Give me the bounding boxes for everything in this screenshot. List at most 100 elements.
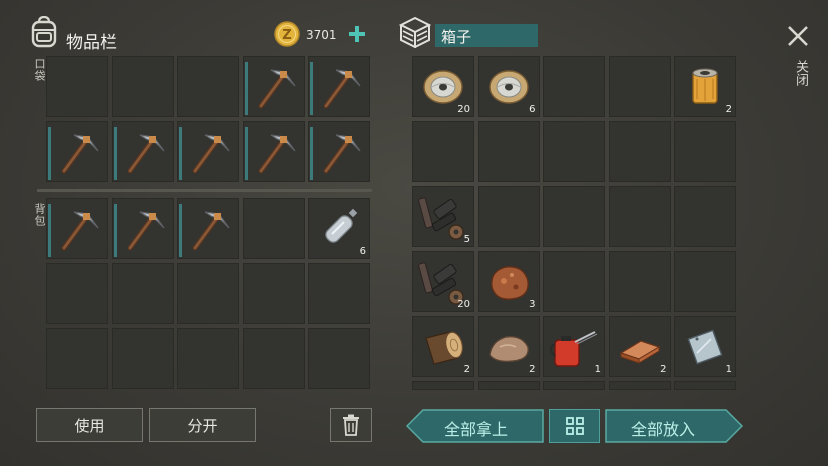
box-slot[interactable] (674, 121, 736, 182)
backpack-slot[interactable] (177, 328, 239, 389)
box-slot[interactable]: 1 (543, 316, 605, 377)
pickaxe-icon (112, 121, 174, 182)
box-slot[interactable]: 1 (674, 316, 736, 377)
take-all-label: 全部拿上 (444, 420, 509, 439)
close-icon (788, 26, 808, 46)
item-count: 2 (725, 104, 732, 115)
use-button[interactable]: 使用 (36, 408, 143, 442)
pickaxe-icon (308, 121, 370, 182)
section-divider (37, 189, 372, 192)
box-slot[interactable] (608, 56, 671, 117)
box-slot[interactable]: 2 (412, 316, 474, 377)
box-slot[interactable] (477, 186, 540, 247)
box-slot[interactable] (608, 381, 671, 390)
box-icon (398, 16, 432, 48)
pocket-label: 口袋 (33, 58, 46, 82)
box-slot[interactable]: 3 (477, 251, 540, 312)
delete-button[interactable] (330, 408, 372, 442)
pocket-slot[interactable] (111, 121, 174, 182)
box-slot[interactable]: 5 (412, 186, 474, 247)
item-count: 2 (529, 364, 536, 375)
box-slot[interactable] (543, 251, 605, 312)
sort-button[interactable] (549, 409, 600, 443)
pickaxe-icon (177, 198, 239, 259)
pocket-slot[interactable] (46, 121, 108, 182)
backpack-slot[interactable] (308, 328, 370, 389)
close-label: 关闭 (793, 60, 808, 86)
box-slot[interactable] (477, 121, 540, 182)
pickaxe-icon (112, 198, 174, 259)
box-slot[interactable] (412, 121, 474, 182)
box-slot[interactable] (674, 186, 736, 247)
backpack-slot[interactable] (46, 263, 108, 324)
box-slot[interactable]: 20 (412, 56, 474, 117)
backpack-label: 背包 (33, 203, 46, 227)
pocket-slot[interactable] (177, 56, 239, 117)
box-slot[interactable] (608, 251, 671, 312)
item-count: 1 (725, 364, 732, 375)
backpack-slot[interactable] (242, 263, 305, 324)
pickaxe-icon (243, 121, 305, 182)
box-slot[interactable]: 6 (477, 56, 540, 117)
inventory-title: 物品栏 (66, 33, 117, 53)
box-slot[interactable]: 20 (412, 251, 474, 312)
put-all-button[interactable]: 全部放入 (605, 409, 743, 443)
box-slot[interactable] (412, 381, 474, 390)
pickaxe-icon (308, 56, 370, 117)
box-slot[interactable]: 2 (674, 56, 736, 117)
close-button[interactable]: 关闭 (784, 22, 812, 102)
box-title-field: 箱子 (435, 24, 538, 47)
box-slot[interactable]: 2 (477, 316, 540, 377)
pickaxe-icon (243, 56, 305, 117)
pocket-slot[interactable] (111, 56, 174, 117)
item-count: 3 (529, 299, 536, 310)
pickaxe-icon (46, 121, 108, 182)
item-count: 20 (457, 104, 470, 115)
box-slot[interactable] (608, 186, 671, 247)
coin-icon: Z (274, 21, 300, 47)
backpack-slot[interactable]: 6 (308, 198, 370, 259)
grid-icon (565, 417, 584, 435)
item-count: 6 (529, 104, 536, 115)
svg-text:Z: Z (282, 28, 291, 43)
box-title: 箱子 (441, 28, 472, 46)
currency-amount: 3701 (306, 28, 337, 42)
backpack-slot[interactable] (308, 263, 370, 324)
item-count: 2 (660, 364, 667, 375)
take-all-button[interactable]: 全部拿上 (406, 409, 544, 443)
pocket-slot[interactable] (242, 56, 305, 117)
box-slot[interactable] (477, 381, 540, 390)
box-slot[interactable] (543, 381, 605, 390)
box-slot[interactable] (674, 381, 736, 390)
plus-icon (349, 26, 365, 42)
pocket-slot[interactable] (46, 56, 108, 117)
backpack-slot[interactable] (177, 263, 239, 324)
trash-icon (343, 414, 359, 436)
box-slot[interactable]: 2 (608, 316, 671, 377)
pickaxe-icon (46, 198, 108, 259)
backpack-slot[interactable] (177, 198, 239, 259)
item-count: 20 (457, 299, 470, 310)
item-count: 5 (463, 234, 470, 245)
box-slot[interactable] (543, 121, 605, 182)
pocket-slot[interactable] (242, 121, 305, 182)
backpack-slot[interactable] (111, 198, 174, 259)
pocket-slot[interactable] (308, 56, 370, 117)
box-slot[interactable] (543, 186, 605, 247)
box-slot[interactable] (608, 121, 671, 182)
backpack-slot[interactable] (242, 198, 305, 259)
box-slot[interactable] (543, 56, 605, 117)
backpack-slot[interactable] (46, 198, 108, 259)
put-all-label: 全部放入 (631, 420, 696, 439)
item-count: 2 (463, 364, 470, 375)
split-button[interactable]: 分开 (149, 408, 256, 442)
backpack-icon (30, 16, 58, 48)
backpack-slot[interactable] (242, 328, 305, 389)
pocket-slot[interactable] (308, 121, 370, 182)
box-slot[interactable] (674, 251, 736, 312)
add-currency-button[interactable] (344, 22, 370, 46)
backpack-slot[interactable] (111, 328, 174, 389)
pocket-slot[interactable] (177, 121, 239, 182)
backpack-slot[interactable] (46, 328, 108, 389)
backpack-slot[interactable] (111, 263, 174, 324)
